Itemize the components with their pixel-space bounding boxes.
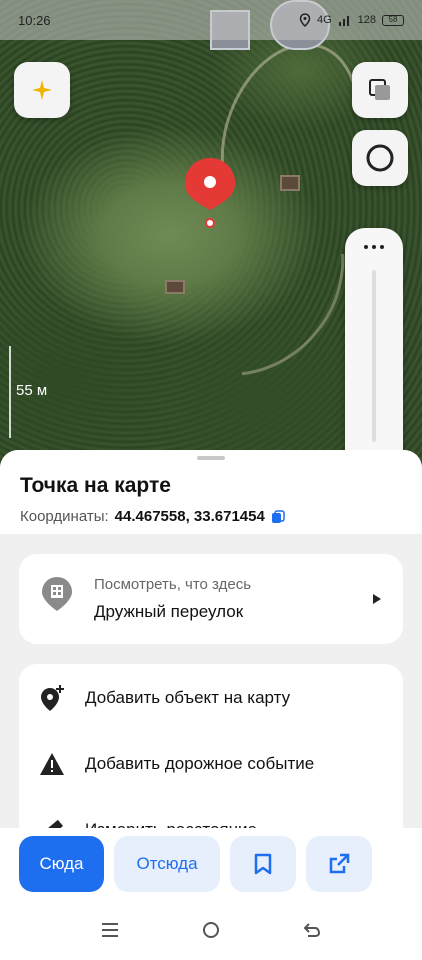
chevron-right-icon [373,594,381,604]
zoom-slider[interactable] [372,270,376,442]
signal-icon [338,16,349,26]
bookmark-icon [254,853,272,875]
warning-icon [19,752,85,776]
status-bar: 10:26 4G 128 58 [0,0,422,40]
map-building [280,175,300,191]
system-nav-bar [0,900,422,960]
network-type: 4G [316,14,332,26]
what-here-label: Посмотреть, что здесь [94,576,252,593]
battery-icon: 58 [382,14,404,26]
add-place-icon [19,684,85,712]
what-here-card[interactable]: Посмотреть, что здесь Дружный переулок [19,554,403,644]
road-event-item[interactable]: Добавить дорожное событие [19,736,403,792]
alice-icon [366,144,394,172]
back-icon[interactable] [303,922,321,938]
scale-bar [9,346,11,438]
coordinates-row: Координаты: 44.467558, 33.671454 [20,508,402,525]
share-icon [329,853,350,874]
sheet-title: Точка на карте [20,474,171,497]
location-icon [299,13,311,27]
sheet-handle[interactable] [197,456,225,460]
road-event-label: Добавить дорожное событие [85,754,315,773]
sparkle-icon [32,80,52,100]
pin-point [205,218,215,228]
add-object-label: Добавить объект на карту [85,688,291,707]
building-icon [42,577,72,611]
status-time: 10:26 [18,12,51,28]
map-building [165,280,185,294]
route-from-button[interactable]: Отсюда [114,836,220,892]
scale-label: 55 м [16,382,48,399]
menu-icon[interactable] [101,922,119,938]
share-button[interactable] [306,836,372,892]
home-icon[interactable] [202,921,220,939]
coordinates-value[interactable]: 44.467558, 33.671454 [115,508,265,525]
more-icon[interactable] [362,242,386,252]
what-here-value: Дружный переулок [94,602,244,621]
action-bar: Сюда Отсюда [0,828,422,900]
bookmark-button[interactable] [230,836,296,892]
ai-button[interactable] [14,62,70,118]
map-pin-icon [185,158,235,210]
alice-button[interactable] [352,130,408,186]
layers-icon [369,79,390,100]
copy-icon[interactable] [271,509,285,524]
layers-button[interactable] [352,62,408,118]
status-icons: 4G 128 58 [299,13,404,27]
network-speed: 128 [357,14,376,26]
coordinates-label: Координаты: [20,508,109,525]
route-here-button[interactable]: Сюда [19,836,104,892]
sheet-header: Точка на карте Координаты: 44.467558, 33… [0,450,422,534]
add-object-item[interactable]: Добавить объект на карту [19,670,403,726]
